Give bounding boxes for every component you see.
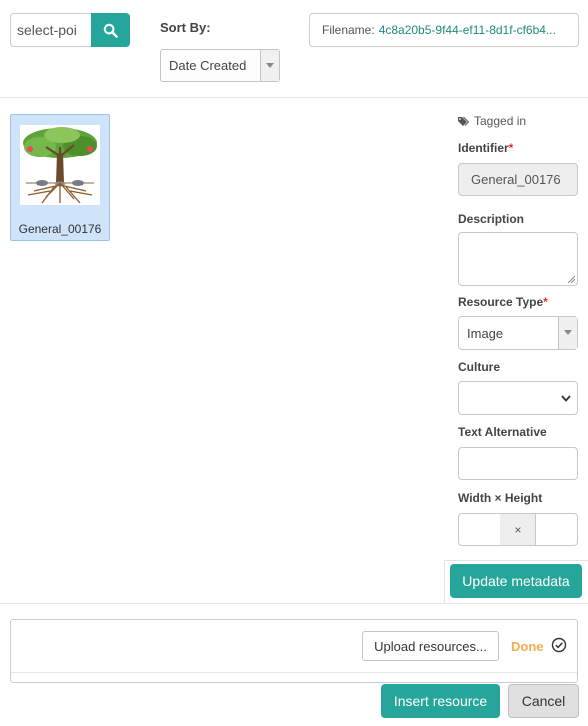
- filename-display: Filename: 4c8a20b5-9f44-ef11-8d1f-cf6b4.…: [309, 13, 579, 47]
- tree-thumbnail-image: [20, 125, 100, 205]
- search-button[interactable]: [91, 13, 130, 47]
- caret-down-icon: [260, 50, 279, 81]
- identifier-label: Identifier*: [458, 141, 514, 155]
- description-label: Description: [458, 212, 525, 226]
- upload-area: Upload resources... Done: [10, 619, 578, 683]
- identifier-field: General_00176: [458, 163, 578, 196]
- cancel-button[interactable]: Cancel: [508, 684, 579, 718]
- panel-divider-horizontal: [444, 560, 588, 561]
- upload-done-label: Done: [511, 639, 544, 654]
- description-field[interactable]: [458, 232, 578, 286]
- culture-select[interactable]: [458, 381, 578, 415]
- update-metadata-button[interactable]: Update metadata: [450, 564, 582, 598]
- width-height-label: Width × Height: [458, 491, 543, 505]
- sort-selected-value: Date Created: [169, 58, 247, 73]
- sort-select[interactable]: Date Created: [160, 49, 280, 82]
- dimension-separator: ×: [500, 513, 536, 546]
- upload-resources-button[interactable]: Upload resources...: [362, 631, 499, 661]
- panel-divider-vertical: [444, 560, 445, 603]
- culture-label: Culture: [458, 360, 500, 374]
- resource-type-value: Image: [467, 325, 504, 341]
- toolbar-divider: [0, 97, 588, 98]
- caret-down-icon: [558, 317, 577, 349]
- chevron-down-icon: [561, 394, 571, 402]
- resource-type-select[interactable]: Image: [458, 316, 578, 350]
- resize-grip-icon: [567, 275, 575, 283]
- text-alternative-label: Text Alternative: [458, 425, 547, 439]
- resource-thumbnail[interactable]: General_00176: [10, 114, 110, 241]
- width-field[interactable]: [458, 513, 501, 546]
- tag-icon: [458, 116, 470, 126]
- filename-label: Filename:: [322, 23, 375, 37]
- height-field[interactable]: [535, 513, 578, 546]
- tagged-in-label: Tagged in: [474, 114, 527, 128]
- section-divider: [0, 603, 588, 604]
- text-alternative-field[interactable]: [458, 447, 578, 480]
- search-input[interactable]: [10, 13, 92, 47]
- insert-resource-button[interactable]: Insert resource: [381, 684, 500, 718]
- upload-area-divider: [11, 672, 577, 673]
- resource-type-label: Resource Type*: [458, 295, 548, 309]
- sort-by-label: Sort By:: [160, 20, 211, 35]
- check-circle-icon: [551, 637, 567, 653]
- filename-value: 4c8a20b5-9f44-ef11-8d1f-cf6b4...: [378, 23, 556, 37]
- tagged-in: Tagged in: [458, 114, 526, 128]
- search-icon: [103, 23, 118, 38]
- thumbnail-label: General_00176: [18, 222, 102, 236]
